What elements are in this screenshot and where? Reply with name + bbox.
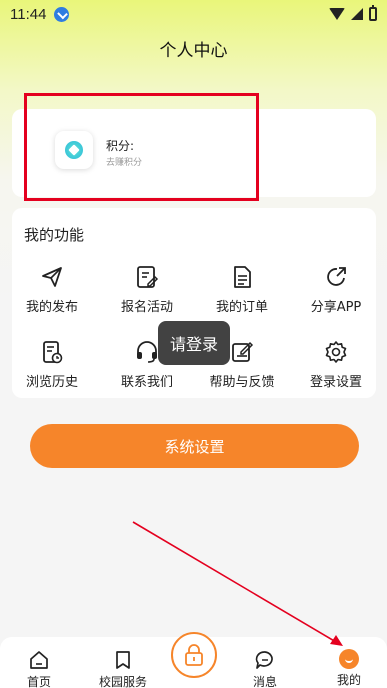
functions-title: 我的功能 bbox=[24, 226, 85, 244]
annotation-highlight-box bbox=[24, 93, 259, 201]
tab-label: 消息 bbox=[252, 675, 277, 688]
share-icon bbox=[327, 267, 346, 286]
tab-messages[interactable]: 消息 bbox=[230, 649, 300, 688]
func-browse-history[interactable]: 浏览历史 bbox=[12, 339, 92, 399]
send-icon bbox=[42, 267, 62, 287]
login-toast: 请登录 bbox=[158, 321, 230, 365]
tab-label: 校园服务 bbox=[98, 675, 147, 688]
document-icon bbox=[234, 266, 251, 288]
func-my-orders[interactable]: 我的订单 bbox=[202, 264, 282, 324]
headset-icon bbox=[137, 341, 157, 363]
system-settings-button[interactable]: 系统设置 bbox=[30, 424, 359, 468]
center-button-inner bbox=[176, 637, 212, 673]
tab-label: 首页 bbox=[26, 675, 51, 688]
func-label: 我的订单 bbox=[215, 300, 268, 315]
func-label: 分享APP bbox=[310, 300, 362, 315]
history-icon bbox=[43, 341, 63, 364]
status-bar: 11:44 bbox=[0, 0, 387, 28]
status-icons bbox=[329, 5, 377, 21]
profile-icon bbox=[339, 649, 359, 669]
feedback-icon bbox=[232, 341, 254, 362]
chat-icon bbox=[255, 651, 273, 669]
tab-home[interactable]: 首页 bbox=[4, 649, 74, 688]
func-share-app[interactable]: 分享APP bbox=[296, 264, 376, 324]
func-label: 联系我们 bbox=[120, 375, 173, 390]
wifi-icon bbox=[329, 8, 345, 20]
center-lock-button[interactable] bbox=[171, 632, 217, 678]
status-time: 11:44 bbox=[10, 5, 47, 23]
func-label: 我的发布 bbox=[25, 300, 78, 315]
signal-icon bbox=[351, 8, 363, 20]
func-signup-activity[interactable]: 报名活动 bbox=[107, 264, 187, 324]
func-login-settings[interactable]: 登录设置 bbox=[296, 339, 376, 399]
bookmark-icon bbox=[116, 651, 130, 669]
lock-icon bbox=[185, 644, 203, 666]
page-title: 个人中心 bbox=[159, 41, 228, 61]
download-icon bbox=[54, 6, 70, 22]
tab-campus-service[interactable]: 校园服务 bbox=[88, 649, 158, 688]
tab-label: 我的 bbox=[336, 673, 361, 687]
edit-form-icon bbox=[137, 266, 159, 288]
battery-icon bbox=[369, 5, 377, 21]
func-label: 报名活动 bbox=[120, 300, 173, 315]
func-label: 登录设置 bbox=[309, 375, 362, 390]
tab-mine[interactable]: 我的 bbox=[314, 649, 384, 688]
gear-icon bbox=[325, 341, 347, 363]
home-icon bbox=[30, 651, 48, 669]
func-my-posts[interactable]: 我的发布 bbox=[12, 264, 92, 324]
functions-card: 我的功能 我的发布 报名活动 我的订单 分享APP 浏览历史 联系我们 帮助与反… bbox=[12, 208, 376, 398]
func-label: 浏览历史 bbox=[25, 375, 78, 390]
func-label: 帮助与反馈 bbox=[209, 375, 275, 390]
